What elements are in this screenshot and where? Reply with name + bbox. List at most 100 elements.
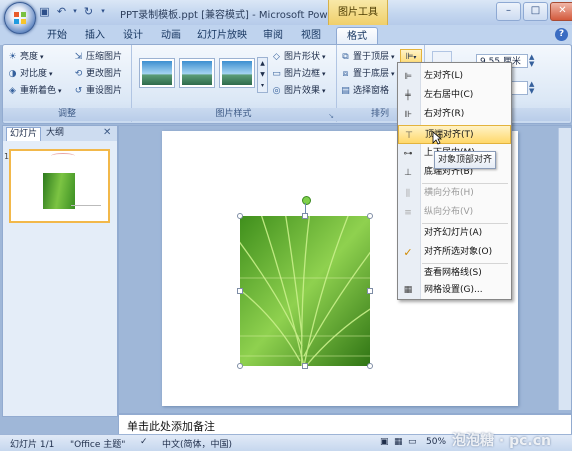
quick-access-toolbar: ▣ ↶ ▾ ↻ ▾ xyxy=(38,5,107,18)
save-icon[interactable]: ▣ xyxy=(38,5,51,18)
slide-sorter-icon[interactable]: ▦ xyxy=(394,437,403,447)
bring-front-icon: ⧉ xyxy=(342,52,349,62)
tab-review[interactable]: 审阅 xyxy=(258,27,288,44)
leaf-image xyxy=(240,216,370,366)
tab-view[interactable]: 视图 xyxy=(296,27,326,44)
rotate-handle[interactable] xyxy=(302,196,311,205)
resize-handle-top-left[interactable] xyxy=(237,213,243,219)
recolor-icon: ◈ xyxy=(9,86,16,96)
align-top-icon: ⊤ xyxy=(405,131,413,141)
resize-handle-bottom-right[interactable] xyxy=(367,363,373,369)
slide-thumbnail-decoration xyxy=(51,153,75,159)
selection-pane-icon: ▤ xyxy=(341,86,350,96)
ribbon-tabs: 开始 插入 设计 动画 幻灯片放映 审阅 视图 格式 xyxy=(0,25,572,45)
normal-view-icon[interactable]: ▣ xyxy=(380,437,389,447)
leaf-picture[interactable] xyxy=(240,216,370,366)
rotate-handle-stem xyxy=(305,203,306,214)
tab-insert[interactable]: 插入 xyxy=(80,27,110,44)
office-logo-icon xyxy=(14,12,26,24)
picture-border-button[interactable]: ▭ 图片边框 ▾ xyxy=(271,67,325,82)
menu-item-align-right[interactable]: ⊪ 右对齐(R) xyxy=(398,105,511,124)
spell-check-icon[interactable]: ✓ xyxy=(140,437,148,447)
menu-item-align-to-slide[interactable]: 对齐幻灯片(A) xyxy=(398,224,511,243)
dialog-launcher-icon[interactable]: ↘ xyxy=(328,112,334,120)
tab-format[interactable]: 格式 xyxy=(336,27,378,45)
compress-pictures-button[interactable]: ⇲ 压缩图片 xyxy=(73,50,122,65)
picture-style-3[interactable] xyxy=(219,58,255,88)
resize-handle-right[interactable] xyxy=(367,288,373,294)
resize-handle-bottom[interactable] xyxy=(302,363,308,369)
checkmark-icon: ✓ xyxy=(403,246,413,259)
align-bottom-icon: ⊥ xyxy=(404,168,412,178)
tab-slideshow[interactable]: 幻灯片放映 xyxy=(194,27,250,44)
group-adjust: ☀ 亮度 ▾ ◑ 对比度 ▾ ◈ 重新着色 ▾ ⇲ 压缩图片 ⟲ 更改图片 ↺ 重设图片 调整 xyxy=(3,45,132,122)
vertical-scrollbar[interactable] xyxy=(558,128,571,410)
compress-icon: ⇲ xyxy=(74,52,83,62)
close-button[interactable]: ✕ xyxy=(550,2,572,21)
picture-shape-button[interactable]: ◇ 图片形状 ▾ xyxy=(271,50,326,65)
slides-pane: 幻灯片 大纲 ✕ 1 xyxy=(2,125,118,417)
align-right-icon: ⊪ xyxy=(404,110,412,120)
resize-handle-top-right[interactable] xyxy=(367,213,373,219)
menu-item-view-gridlines[interactable]: 查看网格线(S) xyxy=(398,264,511,283)
close-pane-icon[interactable]: ✕ xyxy=(103,127,111,138)
change-picture-button[interactable]: ⟲ 更改图片 xyxy=(73,67,122,82)
menu-item-distribute-vertical[interactable]: ≡ 纵向分布(V) xyxy=(398,203,511,222)
help-icon[interactable]: ? xyxy=(555,28,568,41)
notes-placeholder: 单击此处添加备注 xyxy=(127,420,215,433)
status-slide-count: 幻灯片 1/1 xyxy=(10,440,55,450)
customize-qat-icon[interactable]: ▾ xyxy=(99,5,107,18)
status-zoom: 50% xyxy=(426,437,447,447)
group-label-picture-styles: 图片样式 xyxy=(131,108,336,121)
group-picture-styles: ▲ ▼ ▾ ◇ 图片形状 ▾ ▭ 图片边框 ▾ ◎ 图片效果 ▾ 图片样式 ↘ xyxy=(131,45,337,122)
pane-tabs: 幻灯片 大纲 ✕ xyxy=(3,126,117,141)
slide-thumbnail-picture xyxy=(43,173,75,209)
slideshow-view-icon[interactable]: ▭ xyxy=(408,437,417,447)
menu-item-align-left[interactable]: ⊫ 左对齐(L) xyxy=(398,67,511,86)
menu-item-align-top[interactable]: ⊤ 顶端对齐(T) xyxy=(398,125,511,144)
undo-icon[interactable]: ↶ xyxy=(55,5,68,18)
send-back-icon: ⧈ xyxy=(342,69,349,79)
menu-item-distribute-horizontal[interactable]: ⫼ 横向分布(H) xyxy=(398,184,511,203)
tab-home[interactable]: 开始 xyxy=(40,27,74,44)
picture-border-icon: ▭ xyxy=(272,69,281,79)
recolor-button[interactable]: ◈ 重新着色 ▾ xyxy=(7,84,62,99)
selection-pane-button[interactable]: ▤ 选择窗格 xyxy=(340,84,389,99)
picture-style-1[interactable] xyxy=(139,58,175,88)
slide-thumbnail[interactable] xyxy=(9,149,110,223)
brightness-button[interactable]: ☀ 亮度 ▾ xyxy=(7,50,43,65)
office-button[interactable] xyxy=(4,2,36,34)
minimize-button[interactable]: – xyxy=(496,2,521,21)
tooltip: 对象顶部对齐 xyxy=(434,151,496,169)
contrast-button[interactable]: ◑ 对比度 ▾ xyxy=(7,67,53,82)
contrast-icon: ◑ xyxy=(8,69,17,79)
tab-slides[interactable]: 幻灯片 xyxy=(6,127,42,141)
picture-style-2[interactable] xyxy=(179,58,215,88)
mouse-cursor-icon xyxy=(432,131,442,145)
picture-effects-button[interactable]: ◎ 图片效果 ▾ xyxy=(271,84,326,99)
resize-handle-left[interactable] xyxy=(237,288,243,294)
resize-handle-bottom-left[interactable] xyxy=(237,363,243,369)
tab-design[interactable]: 设计 xyxy=(118,27,148,44)
tab-animation[interactable]: 动画 xyxy=(156,27,186,44)
styles-gallery-scroll[interactable]: ▲ ▼ ▾ xyxy=(257,57,268,93)
menu-item-align-center[interactable]: ╪ 左右居中(C) xyxy=(398,86,511,105)
align-center-icon: ╪ xyxy=(405,91,411,101)
send-to-back-button[interactable]: ⧈ 置于底层 ▾ xyxy=(340,67,395,82)
maximize-button[interactable]: □ xyxy=(523,2,548,21)
bring-to-front-button[interactable]: ⧉ 置于顶层 ▾ xyxy=(340,50,394,65)
brightness-icon: ☀ xyxy=(8,52,17,62)
width-spinner[interactable]: ▲ ▼ xyxy=(529,54,534,68)
menu-item-align-selected[interactable]: ✓ 对齐所选对象(O) xyxy=(398,243,511,262)
group-label-adjust: 调整 xyxy=(3,108,131,121)
tab-outline[interactable]: 大纲 xyxy=(43,127,67,140)
reset-picture-button[interactable]: ↺ 重设图片 xyxy=(73,84,122,99)
picture-effects-icon: ◎ xyxy=(272,86,281,96)
redo-icon[interactable]: ↻ xyxy=(82,5,95,18)
picture-shape-icon: ◇ xyxy=(273,52,280,62)
undo-dropdown-icon[interactable]: ▾ xyxy=(72,5,78,18)
grid-settings-icon: ▦ xyxy=(403,285,413,295)
height-spinner[interactable]: ▲ ▼ xyxy=(529,81,534,95)
menu-item-grid-settings[interactable]: ▦ 网格设置(G)... xyxy=(398,282,511,298)
distribute-horizontal-icon: ⫼ xyxy=(405,189,411,199)
